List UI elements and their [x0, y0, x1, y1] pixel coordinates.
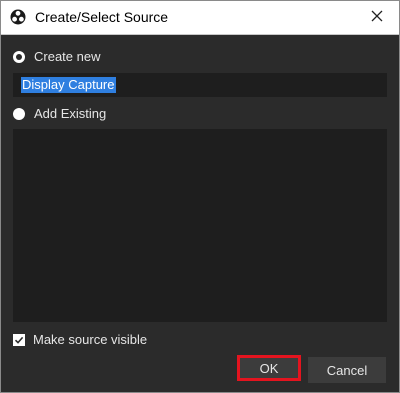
- title-bar: Create/Select Source: [1, 1, 399, 35]
- dialog-title: Create/Select Source: [35, 9, 169, 25]
- obs-logo-icon: [10, 9, 26, 25]
- add-existing-label: Add Existing: [34, 106, 107, 121]
- radio-unchecked-icon: [13, 107, 25, 120]
- ok-button[interactable]: OK: [237, 355, 301, 381]
- close-button[interactable]: [355, 1, 399, 34]
- close-icon: [371, 9, 383, 27]
- create-select-source-dialog: Create/Select Source Create new Display …: [0, 0, 400, 393]
- make-source-visible-checkbox[interactable]: Make source visible: [13, 332, 147, 347]
- source-name-input[interactable]: Display Capture: [13, 73, 387, 97]
- dialog-content: Create new Display Capture Add Existing …: [1, 35, 399, 392]
- make-source-visible-label: Make source visible: [33, 332, 148, 347]
- existing-sources-list[interactable]: [13, 129, 387, 322]
- create-new-radio[interactable]: Create new: [13, 49, 100, 64]
- radio-checked-icon: [13, 50, 25, 63]
- add-existing-radio[interactable]: Add Existing: [13, 106, 106, 121]
- source-name-value: Display Capture: [21, 77, 116, 93]
- checkmark-icon: [13, 333, 25, 346]
- cancel-button[interactable]: Cancel: [308, 357, 386, 383]
- create-new-label: Create new: [34, 49, 101, 64]
